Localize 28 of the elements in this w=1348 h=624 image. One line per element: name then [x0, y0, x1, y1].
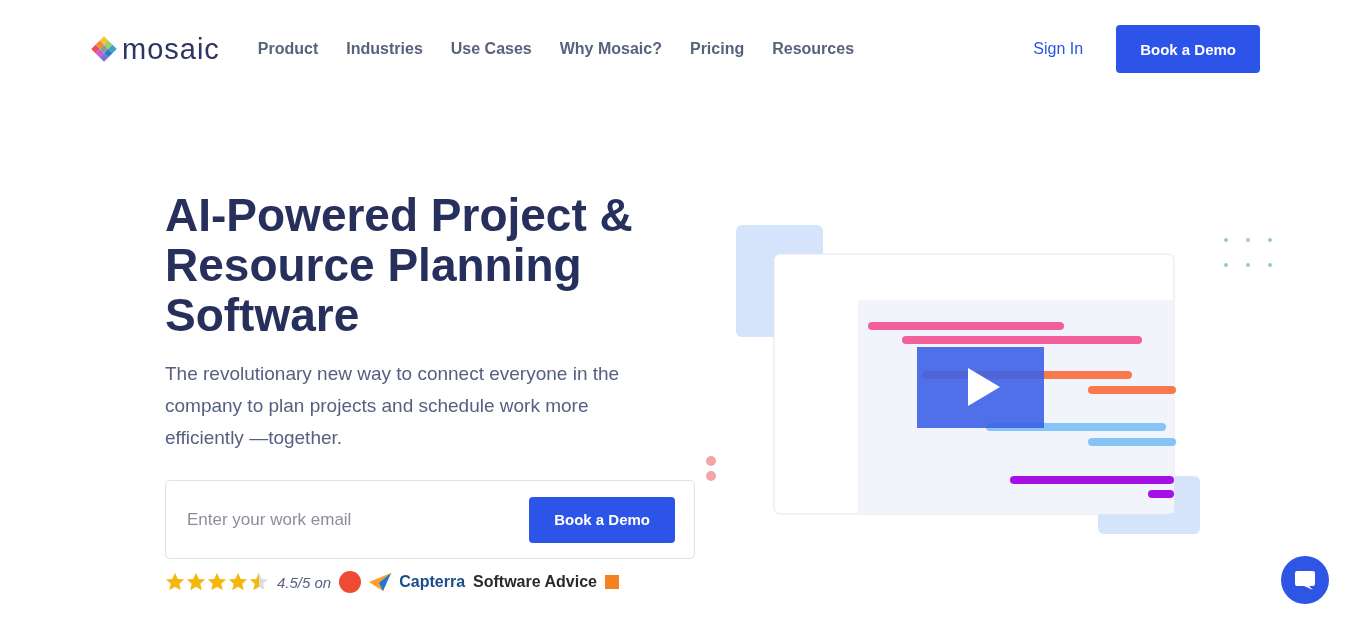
nav-link[interactable]: Industries: [346, 40, 423, 58]
review-site-icon: [339, 571, 362, 593]
star-icon: [165, 572, 185, 592]
star-icon: [249, 572, 269, 592]
review-source: Software Advice: [473, 573, 597, 591]
hero-subtitle: The revolutionary new way to connect everyone in the company to plan projects and schedule work more efficiently —together.: [165, 362, 621, 450]
star-icon: [207, 572, 227, 592]
star-icon: [228, 572, 248, 592]
book-demo-button[interactable]: Book a Demo: [1116, 25, 1260, 73]
dots-icon: [706, 456, 716, 481]
logo-icon: [90, 35, 118, 63]
play-icon[interactable]: [968, 368, 1000, 406]
nav-link[interactable]: Use Cases: [450, 40, 532, 58]
logo-wordmark[interactable]: mosaic: [122, 32, 220, 66]
square-icon: [604, 575, 619, 589]
nav-link[interactable]: Product: [257, 40, 319, 58]
nav-link[interactable]: Pricing: [689, 40, 745, 58]
nav-link[interactable]: Why Mosaic?: [559, 40, 662, 58]
star-icon: [186, 572, 206, 592]
book-demo-button[interactable]: Book a Demo: [529, 496, 675, 543]
chat-button[interactable]: [1281, 556, 1329, 604]
nav-link[interactable]: Resources: [772, 40, 855, 58]
hero-title: AI-Powered Project & Resource Planning Software: [165, 190, 634, 340]
sign-in-link[interactable]: Sign In: [1033, 40, 1084, 58]
paper-plane-icon: [369, 573, 392, 591]
chat-icon: [1293, 568, 1317, 592]
rating-text: 4.5/5 on: [277, 573, 332, 591]
review-source: Capterra: [399, 573, 466, 591]
